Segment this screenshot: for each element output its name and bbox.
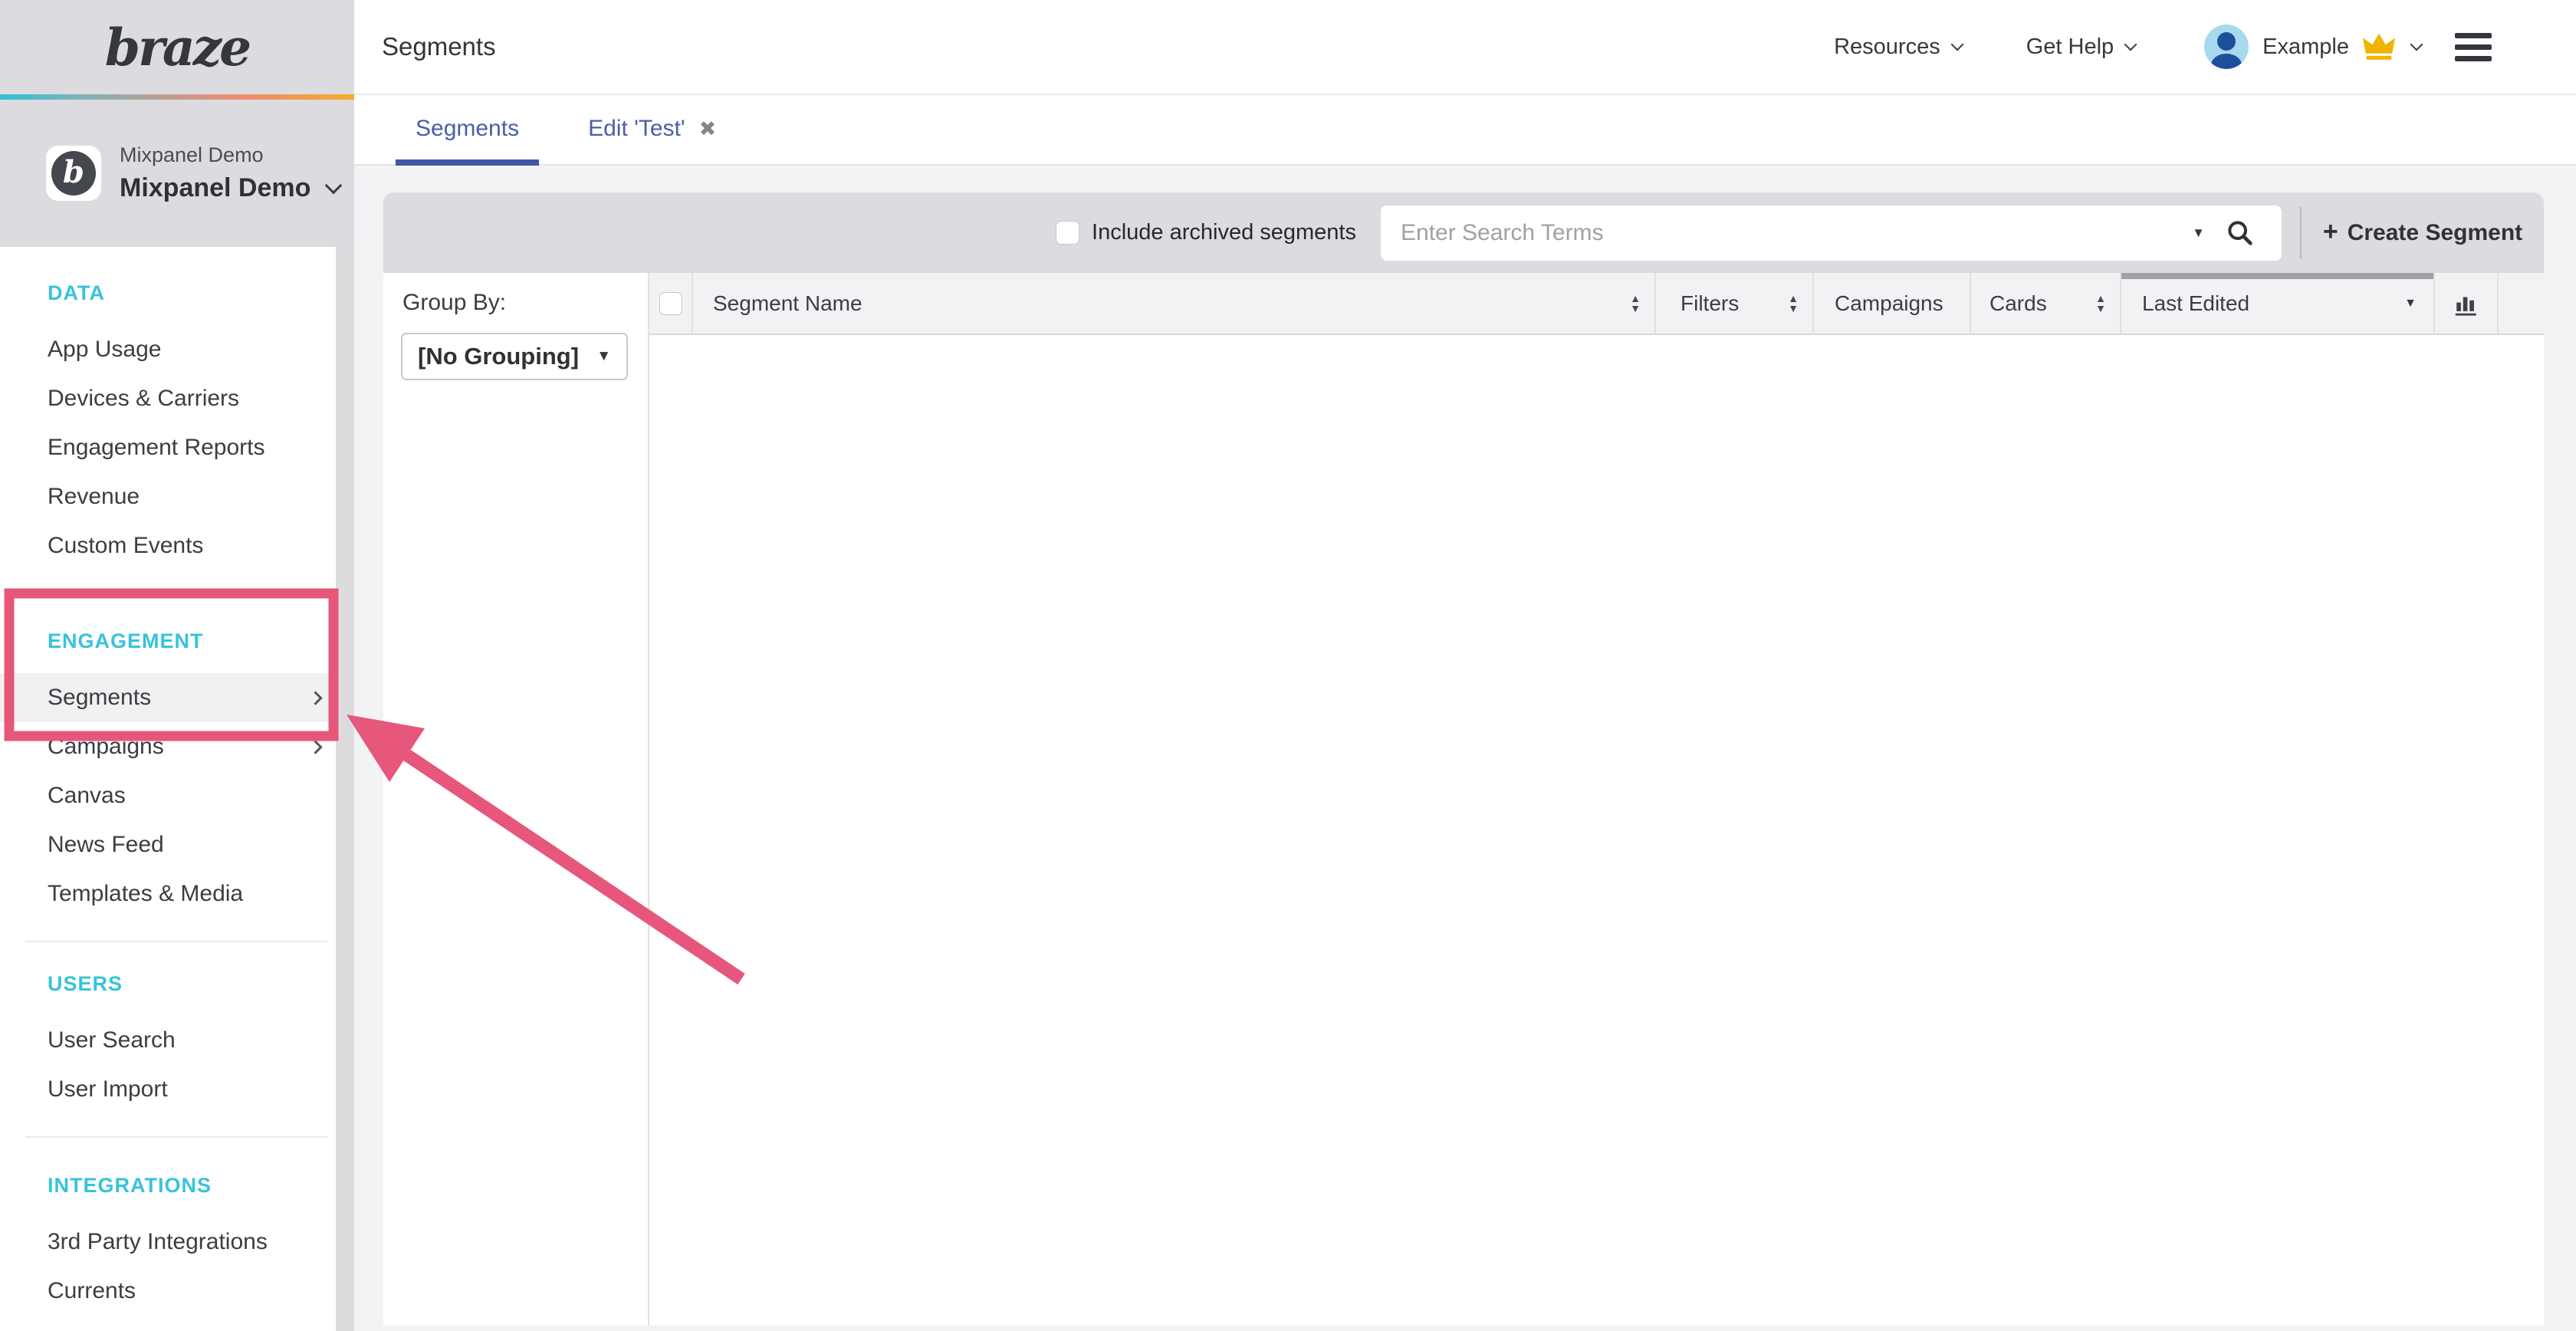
column-filters[interactable]: Filters ▲▼: [1654, 273, 1812, 334]
bar-chart-icon: [2453, 291, 2479, 317]
top-header: Segments Resources Get Help Example: [354, 0, 2576, 95]
sidebar-item-templates-media[interactable]: Templates & Media: [0, 869, 354, 919]
section-header-users: USERS: [0, 959, 354, 1008]
sidebar-item-segments[interactable]: Segments: [0, 673, 354, 722]
segments-table: Segment Name ▲▼ Filters ▲▼ Campaigns Car…: [649, 273, 2544, 1326]
sidebar-item-custom-events[interactable]: Custom Events: [0, 521, 354, 570]
table-header-row: Segment Name ▲▼ Filters ▲▼ Campaigns Car…: [649, 273, 2544, 335]
chevron-down-icon: [1950, 38, 1963, 51]
search-dropdown-caret-icon[interactable]: ▼: [2192, 225, 2205, 241]
select-all-cell: [649, 273, 692, 334]
sort-icon[interactable]: ▲▼: [2095, 294, 2106, 314]
column-segment-name[interactable]: Segment Name ▲▼: [692, 273, 1654, 334]
sidebar-item-currents[interactable]: Currents: [0, 1267, 354, 1316]
brand-gradient-bar: [0, 94, 354, 100]
workspace-selector[interactable]: b Mixpanel Demo Mixpanel Demo: [0, 100, 354, 247]
section-header-data: DATA: [0, 268, 354, 317]
include-archived-toggle[interactable]: Include archived segments: [1056, 220, 1356, 245]
tab-bar: Segments Edit 'Test' ✖: [354, 95, 2576, 166]
user-avatar[interactable]: [2204, 25, 2249, 69]
page-title: Segments: [382, 32, 496, 61]
section-header-integrations: INTEGRATIONS: [0, 1161, 354, 1210]
sidebar-divider: [25, 941, 327, 942]
get-help-menu[interactable]: Get Help: [2026, 35, 2135, 60]
chevron-right-icon: [308, 740, 322, 754]
hamburger-menu-icon[interactable]: [2455, 33, 2492, 61]
sidebar-item-3rd-party-integrations[interactable]: 3rd Party Integrations: [0, 1218, 354, 1267]
column-campaigns[interactable]: Campaigns: [1812, 273, 1970, 334]
sidebar-item-engagement-reports[interactable]: Engagement Reports: [0, 423, 354, 472]
tab-segments[interactable]: Segments: [396, 94, 539, 164]
braze-b-icon: b: [51, 151, 96, 196]
group-by-select[interactable]: [No Grouping] ▼: [401, 333, 628, 380]
table-body-empty: [649, 335, 2544, 1326]
sidebar-item-app-usage[interactable]: App Usage: [0, 325, 354, 374]
search-box: ▼: [1381, 205, 2282, 261]
sort-desc-icon[interactable]: ▼: [2404, 297, 2417, 311]
sort-icon[interactable]: ▲▼: [1788, 294, 1799, 314]
plus-icon: +: [2323, 217, 2338, 247]
sorted-column-indicator: [2121, 273, 2433, 279]
braze-dashboard: braze b Mixpanel Demo Mixpanel Demo DATA…: [0, 0, 2576, 1331]
sidebar-item-canvas[interactable]: Canvas: [0, 771, 354, 820]
include-archived-label: Include archived segments: [1092, 220, 1356, 245]
user-name: Example: [2262, 35, 2349, 60]
sidebar: braze b Mixpanel Demo Mixpanel Demo DATA…: [0, 0, 354, 1331]
chevron-down-icon[interactable]: [2410, 38, 2423, 51]
sidebar-item-user-search[interactable]: User Search: [0, 1016, 354, 1065]
workspace-icon: b: [46, 146, 101, 201]
column-cards[interactable]: Cards ▲▼: [1970, 273, 2120, 334]
sidebar-item-devices-carriers[interactable]: Devices & Carriers: [0, 374, 354, 423]
column-analytics[interactable]: [2433, 273, 2497, 334]
segments-toolbar: Include archived segments ▼ + Create Seg…: [383, 192, 2544, 273]
caret-down-icon: ▼: [596, 348, 611, 365]
chevron-down-icon: [2124, 38, 2137, 51]
workspace-label: Mixpanel Demo: [120, 143, 340, 167]
include-archived-checkbox[interactable]: [1056, 221, 1079, 245]
sort-icon[interactable]: ▲▼: [1630, 294, 1641, 314]
search-input[interactable]: [1381, 205, 2282, 261]
group-by-panel: Group By: [No Grouping] ▼: [383, 273, 649, 1326]
workspace-name: Mixpanel Demo: [120, 173, 310, 203]
close-icon[interactable]: ✖: [699, 117, 717, 141]
sidebar-item-revenue[interactable]: Revenue: [0, 472, 354, 521]
section-header-engagement: ENGAGEMENT: [0, 616, 354, 666]
create-segment-button[interactable]: + Create Segment: [2302, 219, 2544, 247]
sidebar-item-user-import[interactable]: User Import: [0, 1065, 354, 1114]
resources-menu[interactable]: Resources: [1834, 35, 1962, 60]
sidebar-divider: [25, 1136, 327, 1138]
chevron-right-icon: [308, 691, 322, 705]
header-filler-cell: [2497, 273, 2544, 334]
sidebar-nav: DATA App Usage Devices & Carriers Engage…: [0, 247, 354, 1316]
chevron-down-icon[interactable]: [325, 176, 343, 194]
tab-edit-test[interactable]: Edit 'Test' ✖: [568, 94, 736, 164]
sidebar-item-news-feed[interactable]: News Feed: [0, 820, 354, 869]
select-all-checkbox[interactable]: [659, 292, 682, 315]
column-last-edited[interactable]: Last Edited ▼: [2120, 273, 2433, 334]
group-by-label: Group By:: [402, 290, 648, 316]
search-icon[interactable]: [2225, 218, 2256, 248]
sidebar-scrollbar[interactable]: [336, 247, 354, 1331]
sidebar-item-campaigns[interactable]: Campaigns: [0, 722, 354, 771]
braze-logo: braze: [105, 18, 249, 77]
group-by-value: [No Grouping]: [418, 343, 579, 370]
logo-area: braze: [0, 0, 354, 94]
crown-icon: [2361, 31, 2397, 62]
main-area: Segments Resources Get Help Example: [354, 0, 2576, 1331]
